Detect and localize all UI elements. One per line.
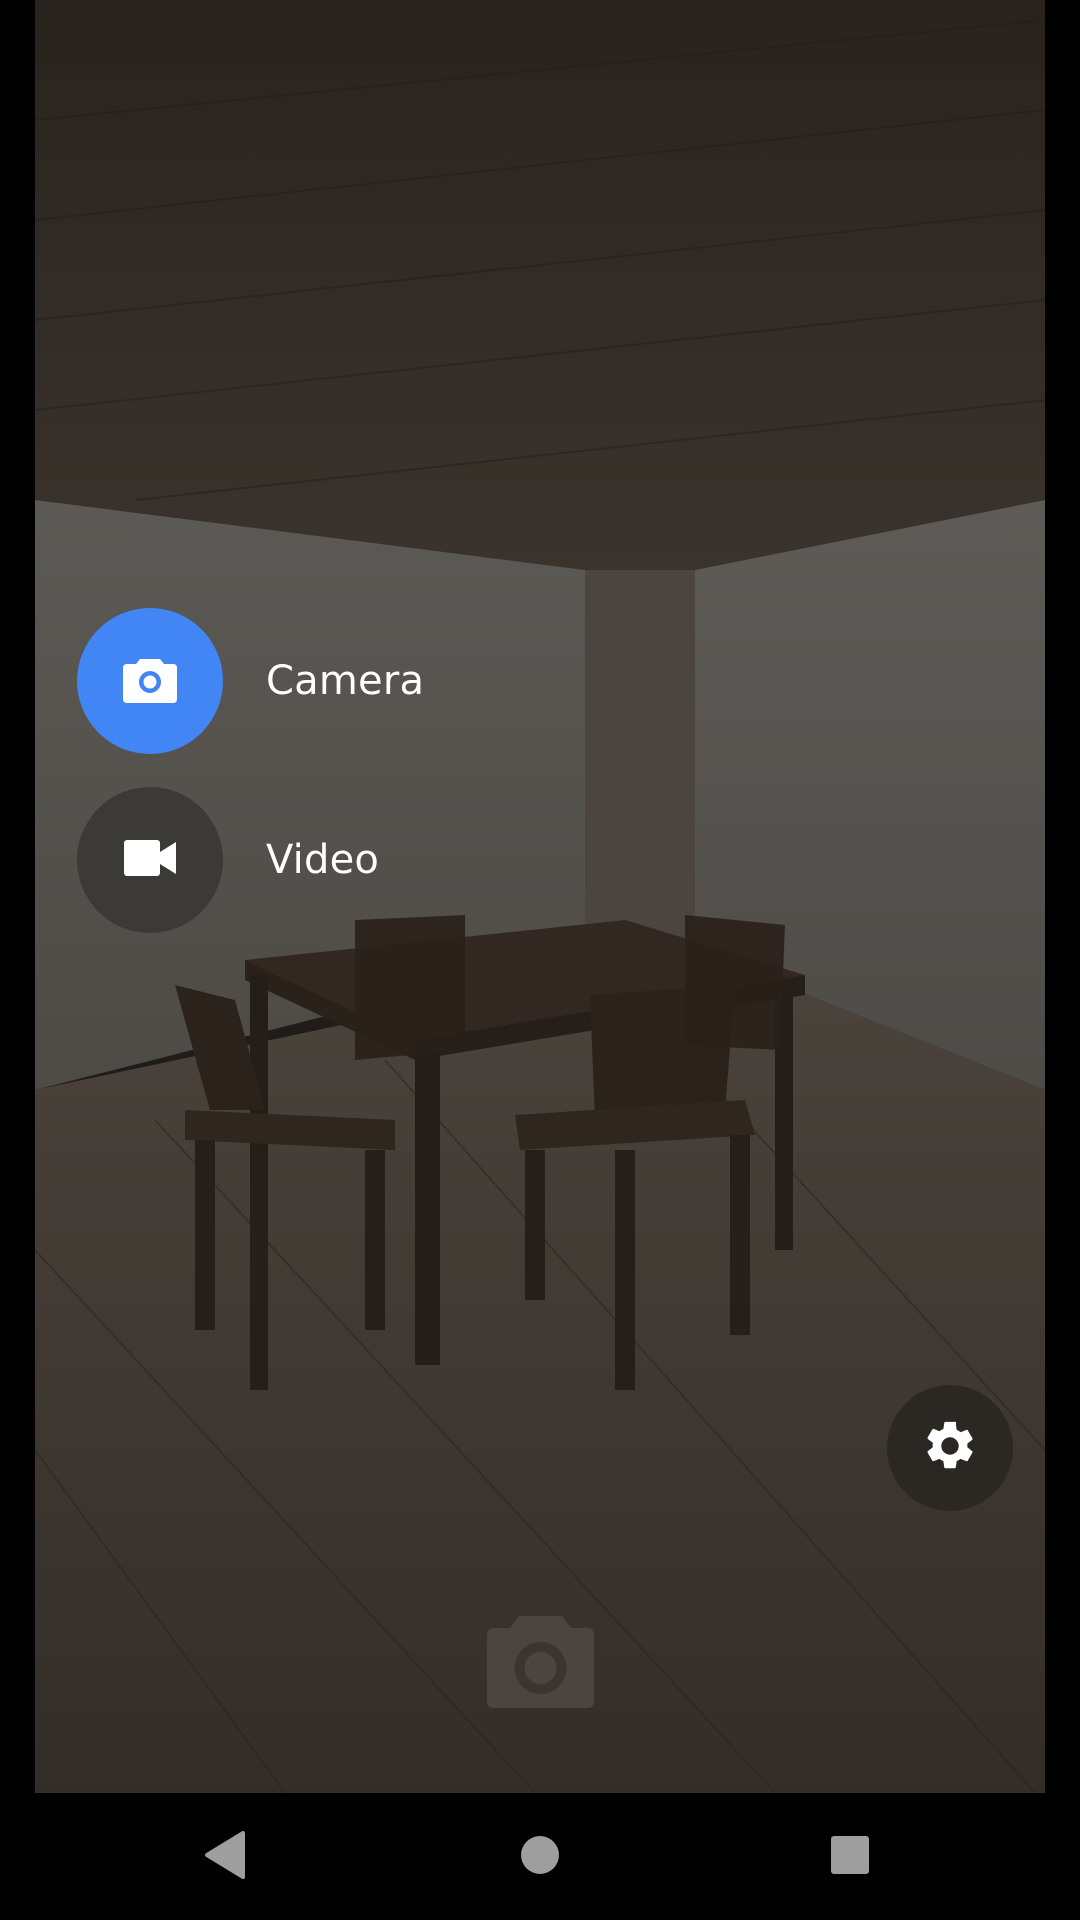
settings-button[interactable] <box>887 1385 1013 1511</box>
nav-home-button[interactable] <box>490 1807 590 1907</box>
recents-square-icon <box>830 1835 870 1880</box>
nav-recents-button[interactable] <box>800 1807 900 1907</box>
camera-icon <box>123 655 177 708</box>
camera-shutter-icon <box>487 1612 594 1713</box>
home-circle-icon <box>520 1835 560 1880</box>
nav-back-button[interactable] <box>175 1807 275 1907</box>
gear-icon <box>921 1417 979 1480</box>
mode-video-circle[interactable] <box>77 787 223 933</box>
navigation-bar <box>0 1793 1080 1920</box>
mode-camera[interactable]: Camera <box>77 608 424 754</box>
mode-video[interactable]: Video <box>77 787 379 933</box>
mode-camera-label[interactable]: Camera <box>266 658 424 704</box>
shutter-button[interactable] <box>487 1614 594 1710</box>
back-triangle-icon <box>203 1830 247 1884</box>
mode-video-label[interactable]: Video <box>266 837 379 883</box>
mode-camera-circle[interactable] <box>77 608 223 754</box>
videocam-icon <box>124 839 176 881</box>
camera-app-screen: Camera Video <box>0 0 1080 1920</box>
